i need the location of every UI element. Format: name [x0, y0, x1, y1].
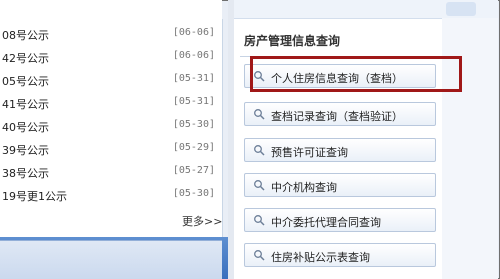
news-item-title[interactable]: 19号更1公示 [2, 188, 67, 204]
news-item-date: [05-29] [172, 142, 215, 153]
news-list-item[interactable]: 38号公示 [05-27] [0, 161, 222, 184]
search-icon [254, 180, 265, 191]
agency-contract-query-button[interactable]: 中介委托代理合同查询 [244, 208, 436, 232]
news-item-date: [05-31] [172, 73, 215, 84]
agency-query-button[interactable]: 中介机构查询 [244, 173, 436, 197]
news-item-title[interactable]: 41号公示 [2, 96, 49, 112]
more-link[interactable]: 更多>> [182, 213, 222, 229]
query-panel-title: 房产管理信息查询 [244, 34, 341, 48]
news-item-title[interactable]: 42号公示 [2, 50, 49, 66]
news-item-title[interactable]: 39号公示 [2, 142, 49, 158]
presale-permit-query-button[interactable]: 预售许可证查询 [244, 138, 436, 162]
news-item-date: [05-30] [172, 188, 215, 199]
news-list-item[interactable]: 05号公示 [05-31] [0, 69, 222, 92]
news-item-title[interactable]: 38号公示 [2, 165, 49, 181]
left-panel-top [0, 0, 222, 19]
news-list-panel: 08号公示 [06-06] 42号公示 [06-06] 05号公示 [05-31… [0, 19, 223, 237]
news-list-item[interactable]: 41号公示 [05-31] [0, 92, 222, 115]
query-button-label: 查档记录查询（查档验证） [271, 110, 403, 123]
query-button-label: 中介机构查询 [271, 181, 337, 194]
news-item-date: [05-27] [172, 165, 215, 176]
housing-subsidy-query-button[interactable]: 住房补贴公示表查询 [244, 243, 436, 267]
news-item-date: [05-30] [172, 119, 215, 130]
news-item-title[interactable]: 40号公示 [2, 119, 49, 135]
news-list-item[interactable]: 19号更1公示 [05-30] [0, 184, 222, 207]
query-panel-top-strip [234, 0, 498, 19]
query-button-label: 中介委托代理合同查询 [271, 216, 381, 229]
news-list-item[interactable]: 08号公示 [06-06] [0, 23, 222, 46]
top-strip-tab [446, 2, 476, 16]
search-icon [254, 250, 265, 261]
query-button-label: 预售许可证查询 [271, 146, 348, 159]
search-icon [254, 215, 265, 226]
news-item-title[interactable]: 08号公示 [2, 27, 49, 43]
news-item-date: [05-31] [172, 96, 215, 107]
news-item-date: [06-06] [172, 50, 215, 61]
archive-record-query-button[interactable]: 查档记录查询（查档验证） [244, 102, 436, 126]
news-item-title[interactable]: 05号公示 [2, 73, 49, 89]
news-list-item[interactable]: 39号公示 [05-29] [0, 138, 222, 161]
query-button-label: 住房补贴公示表查询 [271, 251, 370, 264]
search-icon [254, 145, 265, 156]
news-list-item[interactable]: 42号公示 [06-06] [0, 46, 222, 69]
highlight-annotation [250, 56, 462, 92]
search-icon [254, 109, 265, 120]
news-item-date: [06-06] [172, 27, 215, 38]
news-list-item[interactable]: 40号公示 [05-30] [0, 115, 222, 138]
left-footer-inner [0, 240, 222, 279]
